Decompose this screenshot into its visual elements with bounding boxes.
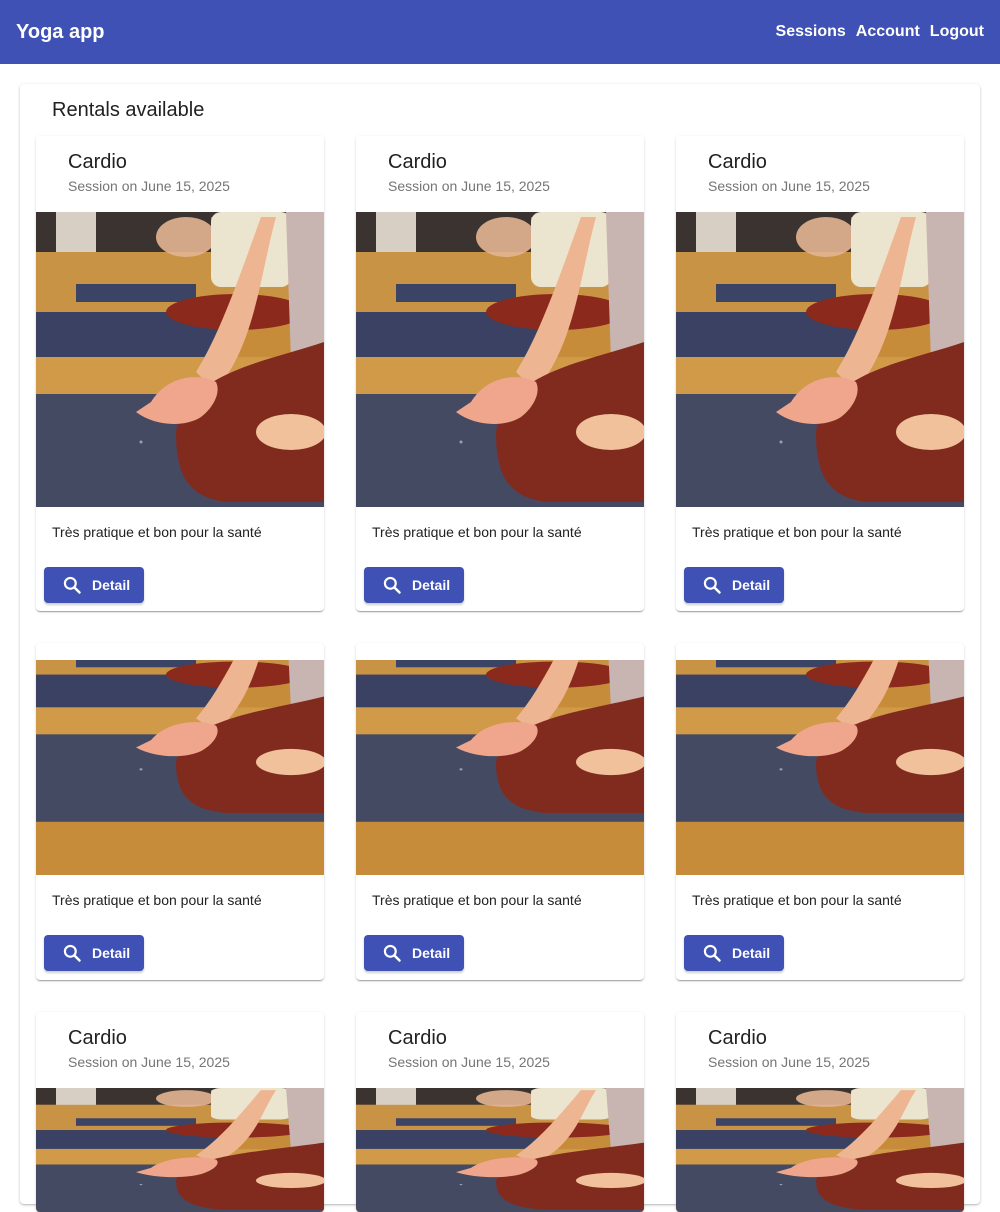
detail-button-label: Detail — [92, 945, 131, 961]
yoga-photo-svg — [36, 212, 324, 507]
card-title: Cardio — [388, 1027, 447, 1049]
yoga-photo-svg — [356, 660, 644, 875]
search-icon — [62, 575, 82, 595]
card-subtitle: Session on June 15, 2025 — [388, 1054, 550, 1070]
search-icon — [382, 943, 402, 963]
nav-sessions-link[interactable]: Sessions — [776, 23, 846, 41]
detail-button[interactable]: Detail — [44, 567, 144, 603]
detail-button-label: Detail — [732, 945, 771, 961]
detail-button[interactable]: Detail — [684, 935, 784, 971]
session-card: Cardio Session on June 15, 2025 Très pra… — [676, 136, 964, 611]
card-description: Très pratique et bon pour la santé — [372, 524, 582, 540]
nav-links: Sessions Account Logout — [776, 23, 984, 41]
yoga-photo-svg — [356, 1088, 644, 1212]
card-description: Très pratique et bon pour la santé — [372, 892, 582, 908]
card-title: Cardio — [68, 1027, 127, 1049]
card-image — [36, 212, 324, 507]
yoga-photo-svg — [676, 660, 964, 875]
card-image — [36, 1088, 324, 1212]
session-card: Cardio Session on June 15, 2025 — [356, 1012, 644, 1212]
card-subtitle: Session on June 15, 2025 — [708, 1054, 870, 1070]
detail-button-label: Detail — [412, 577, 451, 593]
session-card: Cardio Session on June 15, 2025 Très pra… — [36, 136, 324, 611]
session-card: Cardio Session on June 15, 2025 Très pra… — [356, 136, 644, 611]
detail-button[interactable]: Detail — [364, 935, 464, 971]
card-description: Très pratique et bon pour la santé — [692, 892, 902, 908]
search-icon — [702, 575, 722, 595]
card-title: Cardio — [708, 151, 767, 173]
app-toolbar: Yoga app Sessions Account Logout — [0, 0, 1000, 64]
session-card: Très pratique et bon pour la santé Detai… — [36, 643, 324, 980]
yoga-photo-svg — [36, 1088, 324, 1212]
yoga-photo-svg — [356, 212, 644, 507]
card-subtitle: Session on June 15, 2025 — [68, 1054, 230, 1070]
session-card: Cardio Session on June 15, 2025 — [676, 1012, 964, 1212]
card-image — [676, 1088, 964, 1212]
nav-logout-link[interactable]: Logout — [930, 23, 984, 41]
card-title: Cardio — [708, 1027, 767, 1049]
search-icon — [382, 575, 402, 595]
card-subtitle: Session on June 15, 2025 — [708, 178, 870, 194]
card-header: Cardio Session on June 15, 2025 — [676, 1012, 964, 1088]
card-header: Cardio Session on June 15, 2025 — [356, 136, 644, 212]
card-image — [356, 1088, 644, 1212]
app-title[interactable]: Yoga app — [16, 21, 105, 44]
card-subtitle: Session on June 15, 2025 — [68, 178, 230, 194]
card-header: Cardio Session on June 15, 2025 — [36, 136, 324, 212]
page-title: Rentals available — [52, 99, 205, 121]
card-description: Très pratique et bon pour la santé — [692, 524, 902, 540]
search-icon — [62, 943, 82, 963]
search-icon — [702, 943, 722, 963]
card-description: Très pratique et bon pour la santé — [52, 892, 262, 908]
yoga-photo-svg — [36, 660, 324, 875]
detail-button[interactable]: Detail — [684, 567, 784, 603]
card-image — [356, 212, 644, 507]
nav-account-link[interactable]: Account — [856, 23, 920, 41]
card-title: Cardio — [68, 151, 127, 173]
detail-button-label: Detail — [412, 945, 451, 961]
card-subtitle: Session on June 15, 2025 — [388, 178, 550, 194]
yoga-photo-svg — [676, 1088, 964, 1212]
session-card: Cardio Session on June 15, 2025 — [36, 1012, 324, 1212]
detail-button[interactable]: Detail — [44, 935, 144, 971]
card-header: Cardio Session on June 15, 2025 — [36, 1012, 324, 1088]
detail-button-label: Detail — [92, 577, 131, 593]
card-description: Très pratique et bon pour la santé — [52, 524, 262, 540]
card-title: Cardio — [388, 151, 447, 173]
session-card: Très pratique et bon pour la santé Detai… — [356, 643, 644, 980]
yoga-photo-svg — [676, 212, 964, 507]
session-card: Très pratique et bon pour la santé Detai… — [676, 643, 964, 980]
card-image — [676, 212, 964, 507]
card-header: Cardio Session on June 15, 2025 — [356, 1012, 644, 1088]
card-image — [36, 660, 324, 875]
card-image — [676, 660, 964, 875]
detail-button-label: Detail — [732, 577, 771, 593]
detail-button[interactable]: Detail — [364, 567, 464, 603]
card-image — [356, 660, 644, 875]
card-header: Cardio Session on June 15, 2025 — [676, 136, 964, 212]
